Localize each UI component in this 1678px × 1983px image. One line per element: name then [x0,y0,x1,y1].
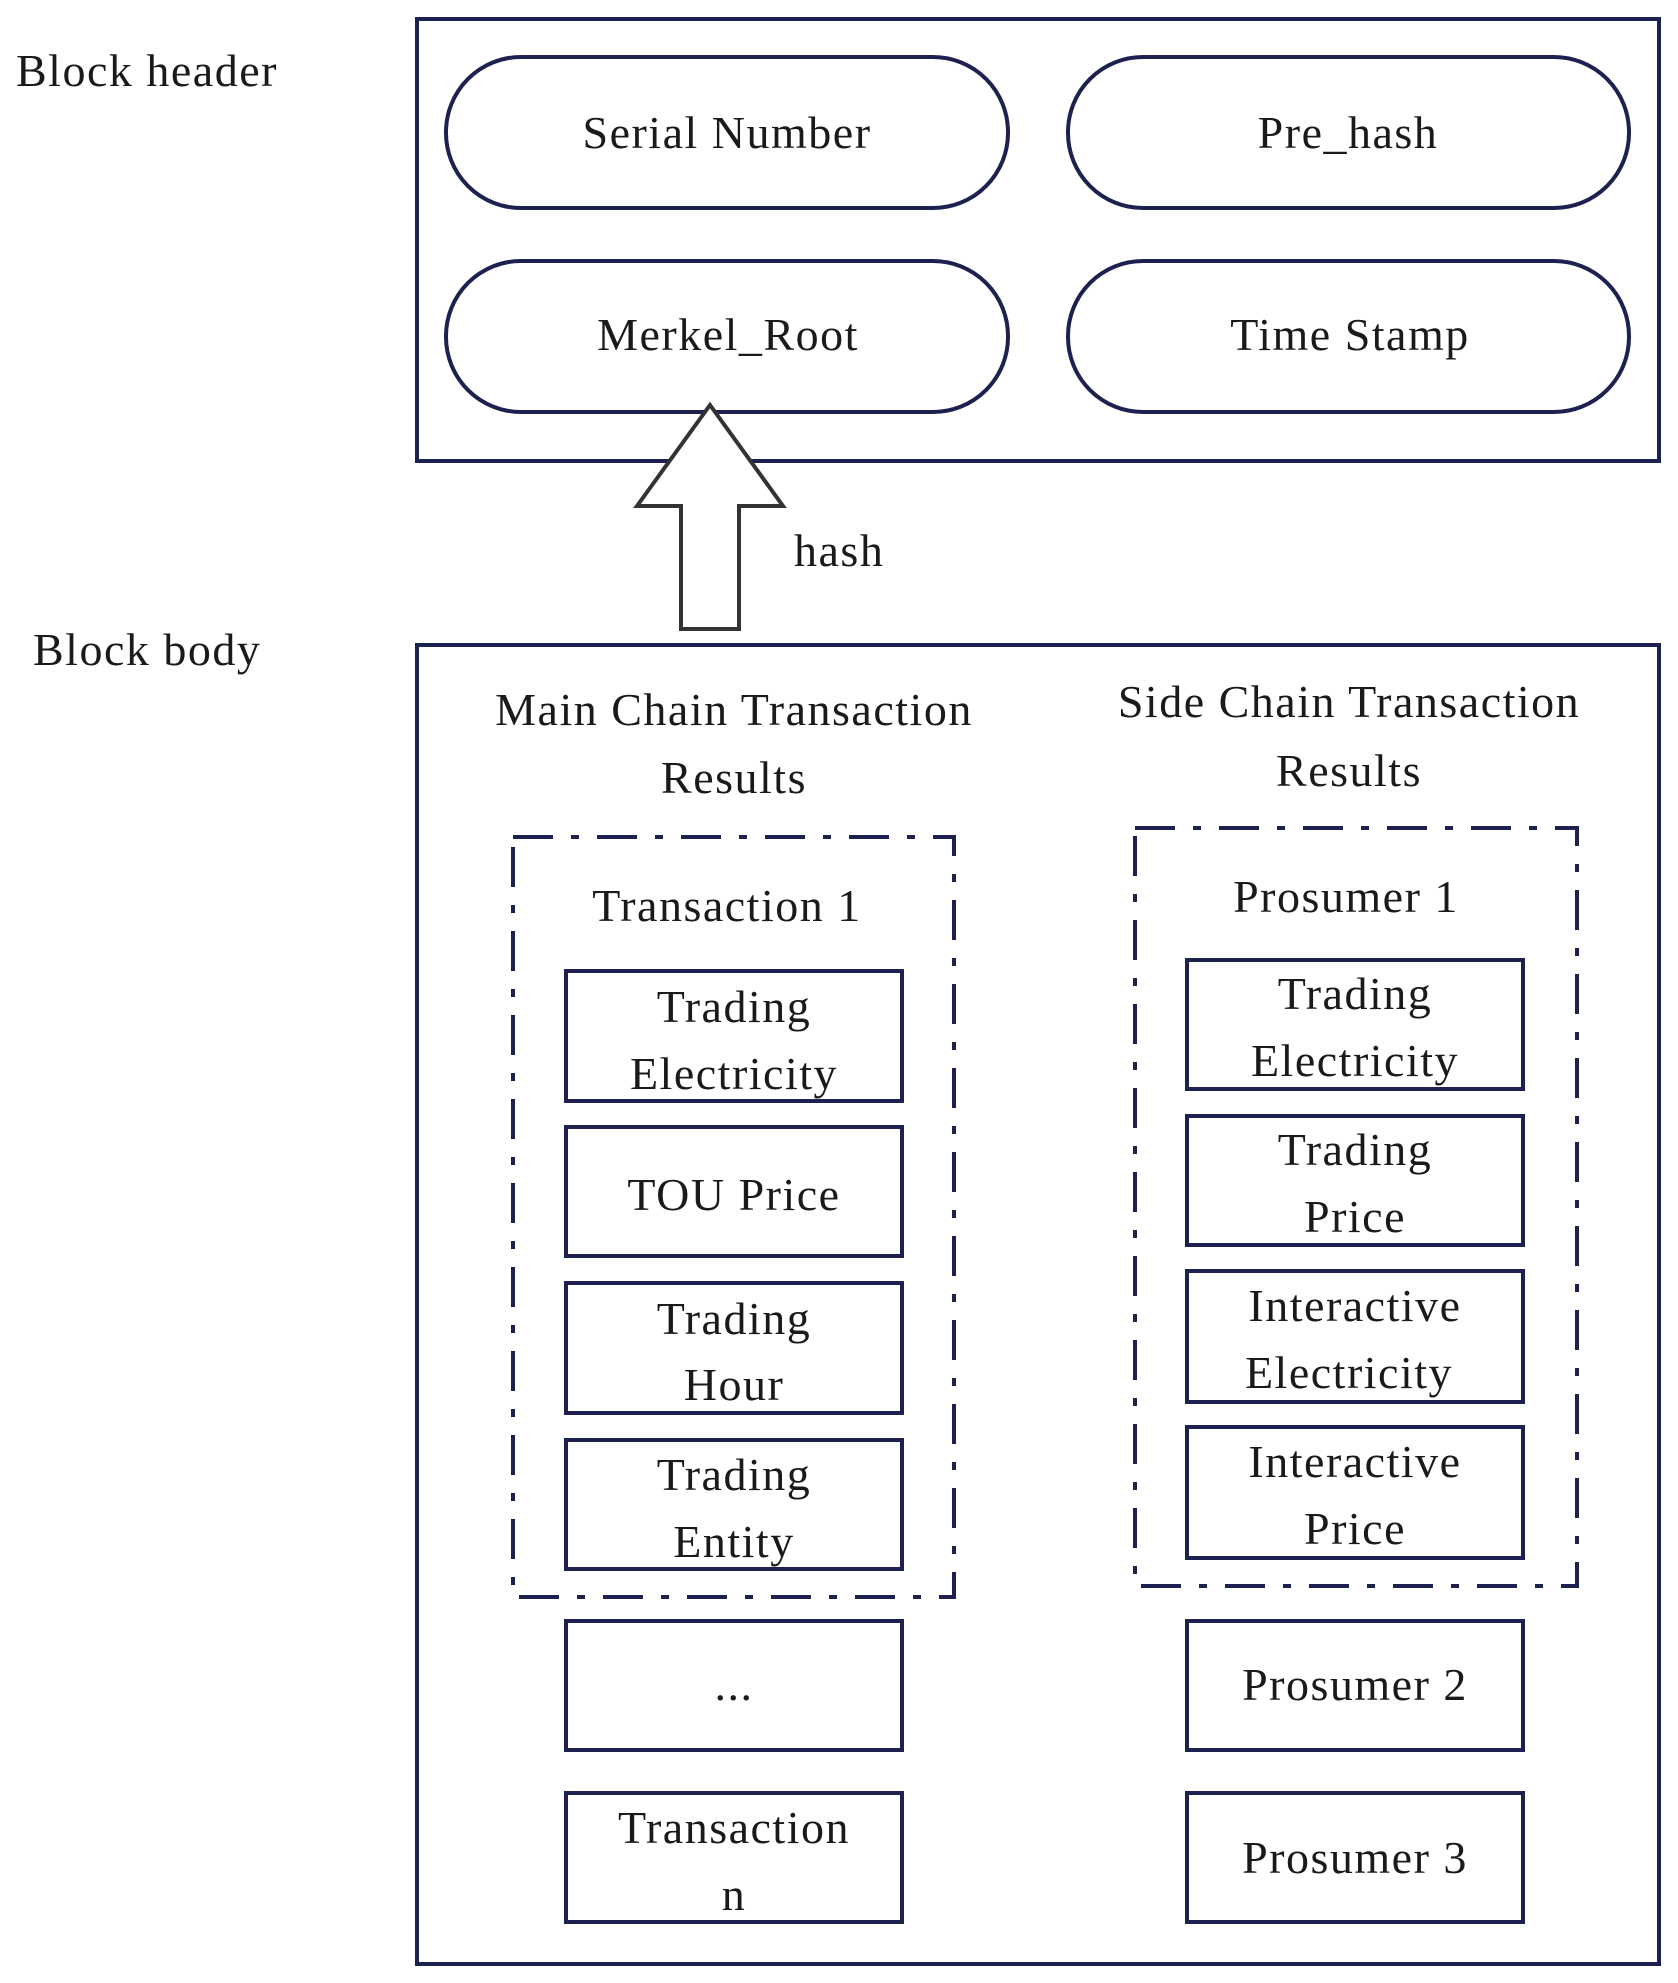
header-field-merkel-root: Merkel_Root [444,259,1010,414]
field-line1: Trading [657,981,812,1032]
field-line2: Electricity [1245,1347,1453,1398]
field-line2: Price [1304,1191,1406,1242]
block-body-label: Block body [33,624,261,675]
field-line1: Interactive [1248,1436,1461,1487]
field-trading-price: Trading Price [1185,1114,1525,1247]
header-field-serial-number: Serial Number [444,55,1010,210]
hash-up-arrow-icon [633,401,787,631]
transaction-n-box: Transaction n [564,1791,904,1924]
pre-hash-text: Pre_hash [1258,107,1439,158]
diagram-svg: Block header Block body Serial Number Pr… [16,17,1661,1966]
transaction-ellipsis-box: ... [564,1619,904,1752]
prosumer-3-text: Prosumer 3 [1242,1832,1468,1883]
hash-label: hash [794,525,884,576]
main-chain-column: Main Chain Transaction Results Transacti… [495,684,973,1924]
field-line1: Trading [1278,1124,1433,1175]
side-chain-column: Side Chain Transaction Results Prosumer … [1118,676,1580,1924]
field-line1: TOU Price [627,1169,840,1220]
field-trading-electricity: Trading Electricity [1185,958,1525,1091]
merkel-root-text: Merkel_Root [597,309,859,360]
prosumer-3-box: Prosumer 3 [1185,1791,1525,1924]
header-field-time-stamp: Time Stamp [1066,259,1631,414]
field-tou-price: TOU Price [564,1125,904,1258]
field-line1: Trading [657,1293,812,1344]
field-trading-entity: Trading Entity [564,1438,904,1571]
serial-number-text: Serial Number [582,107,871,158]
field-line2: Electricity [630,1048,838,1099]
field-trading-hour: Trading Hour [564,1281,904,1415]
block-header-label: Block header [16,45,278,96]
field-line2: Electricity [1251,1035,1459,1086]
field-trading-electricity: Trading Electricity [564,969,904,1103]
field-interactive-electricity: Interactive Electricity [1185,1269,1525,1404]
field-line1: Trading [1278,968,1433,1019]
main-chain-title-line2: Results [661,752,807,803]
field-line1: Trading [657,1449,812,1500]
side-chain-title-line1: Side Chain Transaction [1118,676,1580,727]
side-chain-title-line2: Results [1276,745,1422,796]
field-interactive-price: Interactive Price [1185,1425,1525,1560]
transaction-1-title: Transaction 1 [592,880,862,931]
field-line1: Interactive [1248,1280,1461,1331]
prosumer-1-title: Prosumer 1 [1233,871,1459,922]
transaction-n-line1: Transaction [618,1802,850,1853]
transaction-n-line2: n [722,1869,747,1920]
field-line2: Entity [673,1516,794,1567]
main-chain-title-line1: Main Chain Transaction [495,684,973,735]
field-line2: Hour [684,1359,785,1410]
field-line2: Price [1304,1503,1406,1554]
blockchain-block-structure-diagram: Block header Block body Serial Number Pr… [0,0,1678,1983]
prosumer-2-box: Prosumer 2 [1185,1619,1525,1752]
header-field-pre-hash: Pre_hash [1066,55,1631,210]
ellipsis-text: ... [715,1659,754,1710]
prosumer-2-text: Prosumer 2 [1242,1659,1468,1710]
time-stamp-text: Time Stamp [1230,309,1470,360]
